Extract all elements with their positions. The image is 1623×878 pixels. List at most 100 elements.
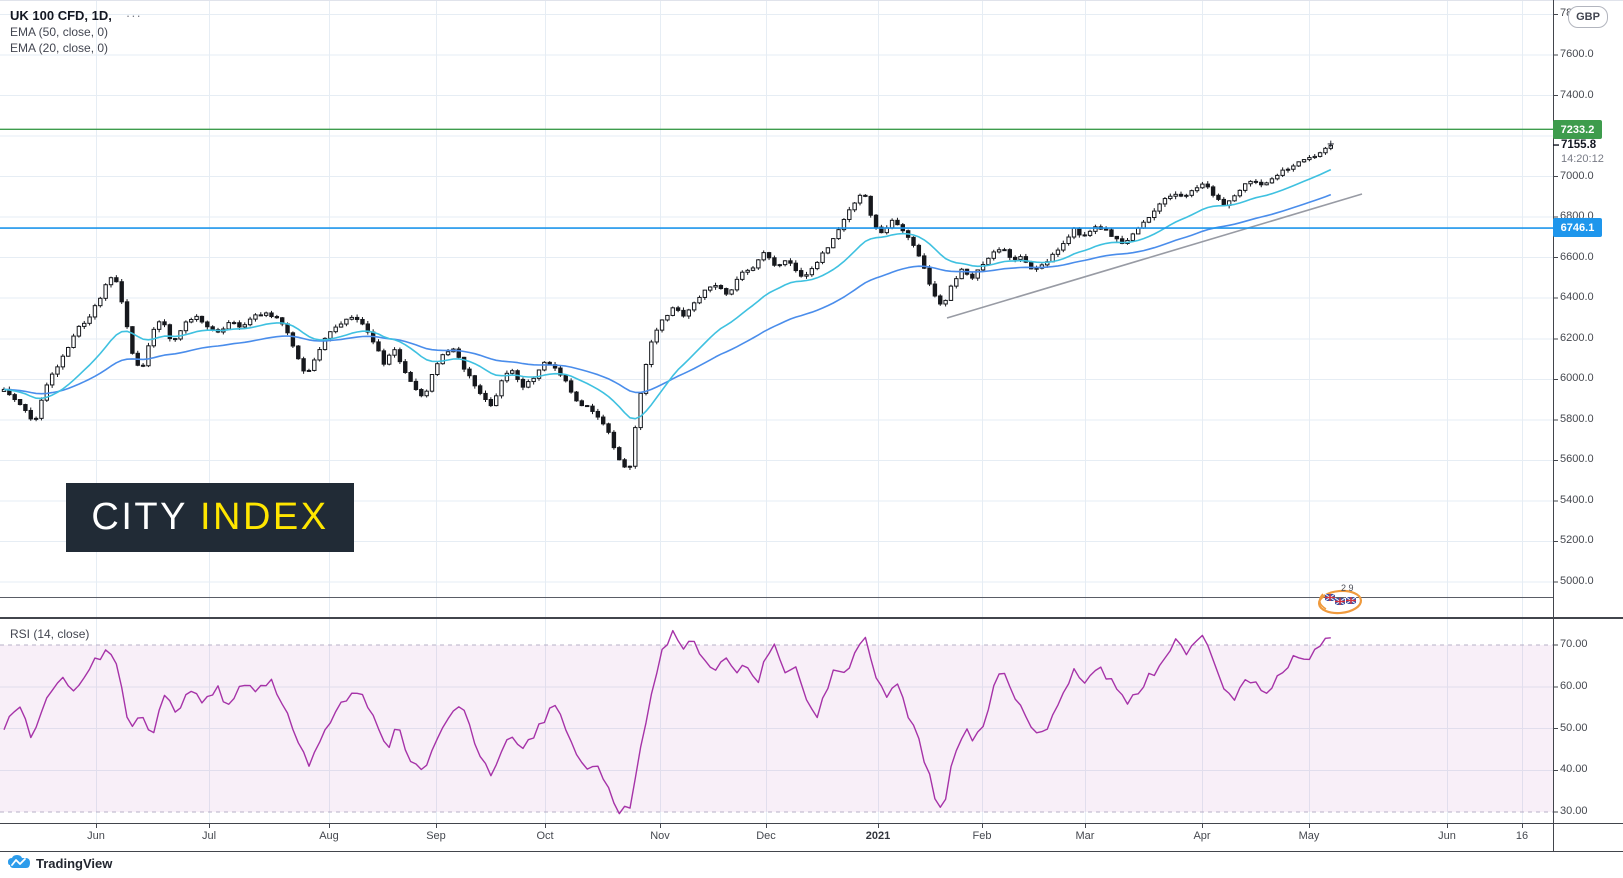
candle [83,321,86,329]
candle [1126,238,1129,245]
candle [612,430,615,450]
candle [157,320,160,332]
candle [666,315,669,322]
candle [709,286,712,292]
time-tick-label: Feb [973,830,992,842]
candle [692,302,695,312]
plus-marker: + [1327,136,1335,151]
candle [778,264,781,267]
time-tick-label: 2021 [866,830,890,842]
candle [1174,191,1177,199]
rsi-indicator-label[interactable]: RSI (14, close) [10,627,89,641]
candle [585,405,588,407]
candle [1195,185,1198,193]
candle [190,318,193,324]
candle [168,324,171,342]
candle [1003,248,1006,251]
time-tick-label: Jun [87,830,105,842]
candle [660,319,663,332]
candle [1094,225,1097,234]
tradingview-logo[interactable]: TradingView [8,855,112,871]
indicator-ema20-label[interactable]: EMA (20, close, 0) [10,40,142,56]
candle [799,268,802,278]
candle [163,319,166,327]
candle [24,404,27,413]
candle [1035,266,1038,272]
candle [1211,185,1214,197]
uk-flag-marker-icon[interactable]: 2 9 [1313,580,1371,618]
candle [955,276,958,288]
candle [1270,177,1273,184]
candle [93,304,96,320]
candle [997,247,1000,253]
candle [880,225,883,234]
candle [832,238,835,248]
candle [1217,194,1220,201]
candle [243,322,246,328]
currency-button[interactable]: GBP [1568,6,1608,28]
time-tick-label: 16 [1516,830,1528,842]
candle [885,225,888,234]
candle [1206,181,1209,189]
candle [67,347,70,357]
candle [302,357,305,374]
candle [842,218,845,232]
candle [810,266,813,276]
candle [1179,192,1182,197]
candle [864,194,867,197]
indicator-ema50-label[interactable]: EMA (50, close, 0) [10,24,142,40]
candle [1276,174,1279,181]
candle [1147,217,1150,223]
price-tick-label: 7000.0 [1560,170,1594,182]
support-price-badge: 6746.1 [1553,218,1602,237]
candle [992,250,995,261]
candle [248,317,251,326]
candle [1062,241,1065,253]
candle [398,348,401,364]
candle [109,277,112,288]
candle [1131,233,1134,242]
candle [521,377,524,390]
time-tick-label: Jul [202,830,216,842]
rsi-tick-label: 60.00 [1560,680,1588,692]
candle [345,319,348,326]
mini-union-jack-1 [1325,594,1335,601]
candle [500,380,503,399]
candle [730,289,733,295]
candle [388,354,391,366]
candle [275,315,278,319]
ema50-line [4,195,1331,394]
time-axis[interactable]: JunJulAugSepOctNovDec2021FebMarAprMayJun… [0,823,1623,851]
candle [18,399,21,405]
candle [1067,234,1070,245]
candle [1008,248,1011,260]
candle [200,316,203,324]
price-tick-label: 6000.0 [1560,372,1594,384]
candle [355,314,358,322]
rsi-band-fill [0,645,1553,812]
flag-marker-count: 2 9 [1341,583,1354,593]
candle [725,288,728,296]
candle [1254,179,1257,184]
candle [115,275,118,282]
price-tick-label: 5600.0 [1560,453,1594,465]
chart-canvas[interactable] [0,0,1623,878]
candle [297,345,300,360]
candle [896,218,899,226]
candle [1163,197,1166,207]
legend-menu-icon[interactable]: ··· [126,8,142,24]
candle [639,392,642,430]
price-tick-label: 7600.0 [1560,48,1594,60]
candle [618,446,621,460]
candle [1265,182,1268,186]
symbol-title[interactable]: UK 100 CFD, 1D, [10,8,112,24]
candle [259,312,262,316]
time-tick-label: Sep [426,830,446,842]
city-text: CITY [91,496,188,539]
candle [1233,195,1236,202]
candle [762,250,765,261]
candle [1238,189,1241,197]
price-tick-label: 6600.0 [1560,251,1594,263]
candle [505,371,508,383]
candle [425,390,428,398]
